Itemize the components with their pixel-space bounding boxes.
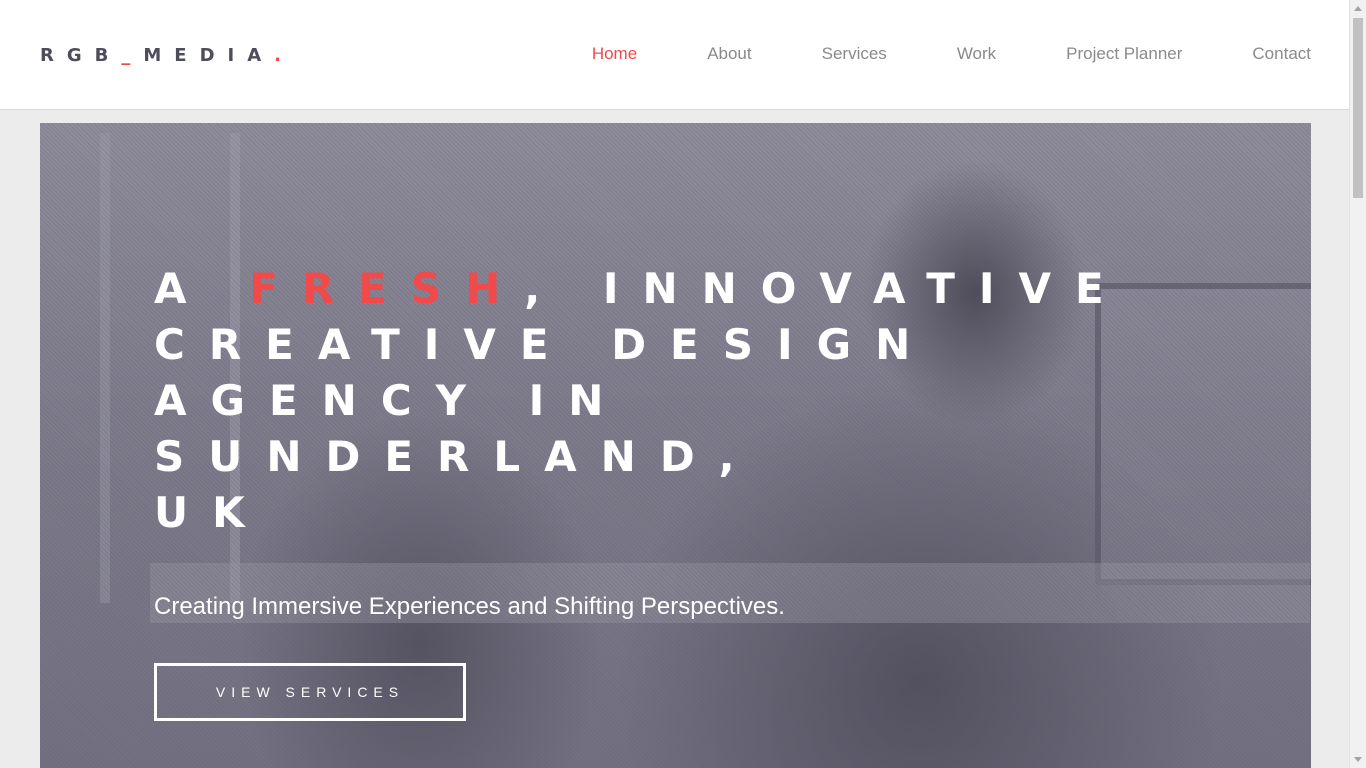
hero-subtitle: Creating Immersive Experiences and Shift…: [154, 593, 785, 620]
nav-item-work[interactable]: Work: [957, 43, 996, 65]
headline-line-3: AGENCY IN SUNDERLAND,: [154, 376, 759, 481]
nav-item-contact[interactable]: Contact: [1252, 43, 1311, 65]
hero-headline: A FRESH, INNOVATIVE CREATIVE DESIGN AGEN…: [154, 261, 1254, 541]
logo-underscore: _: [121, 44, 144, 66]
hero-content: A FRESH, INNOVATIVE CREATIVE DESIGN AGEN…: [154, 261, 1254, 721]
hero-banner: A FRESH, INNOVATIVE CREATIVE DESIGN AGEN…: [40, 123, 1311, 768]
scrollbar-thumb[interactable]: [1353, 18, 1363, 198]
headline-post: , INNOVATIVE: [524, 264, 1128, 313]
headline-highlight: FRESH: [249, 264, 525, 313]
nav-item-about[interactable]: About: [707, 43, 751, 65]
chevron-up-icon[interactable]: [1354, 6, 1362, 11]
nav-item-services[interactable]: Services: [822, 43, 887, 65]
logo-text-rgb: RGB: [40, 44, 122, 66]
site-header: RGB _ MEDIA . Home About Services Work P…: [0, 0, 1350, 110]
chevron-down-icon[interactable]: [1354, 757, 1362, 762]
logo-text-media: MEDIA: [143, 44, 275, 66]
view-services-button[interactable]: VIEW SERVICES: [154, 663, 466, 721]
page-scrollbar[interactable]: [1349, 0, 1366, 768]
nav-item-home[interactable]: Home: [592, 43, 637, 65]
page: RGB _ MEDIA . Home About Services Work P…: [0, 0, 1366, 768]
logo[interactable]: RGB _ MEDIA .: [40, 44, 294, 66]
headline-pre: A: [154, 264, 250, 313]
headline-line-4: UK: [154, 488, 269, 537]
logo-dot: .: [274, 44, 294, 66]
main-nav: Home About Services Work Project Planner…: [522, 43, 1311, 65]
headline-line-2: CREATIVE DESIGN: [154, 320, 935, 369]
nav-item-project-planner[interactable]: Project Planner: [1066, 43, 1182, 65]
